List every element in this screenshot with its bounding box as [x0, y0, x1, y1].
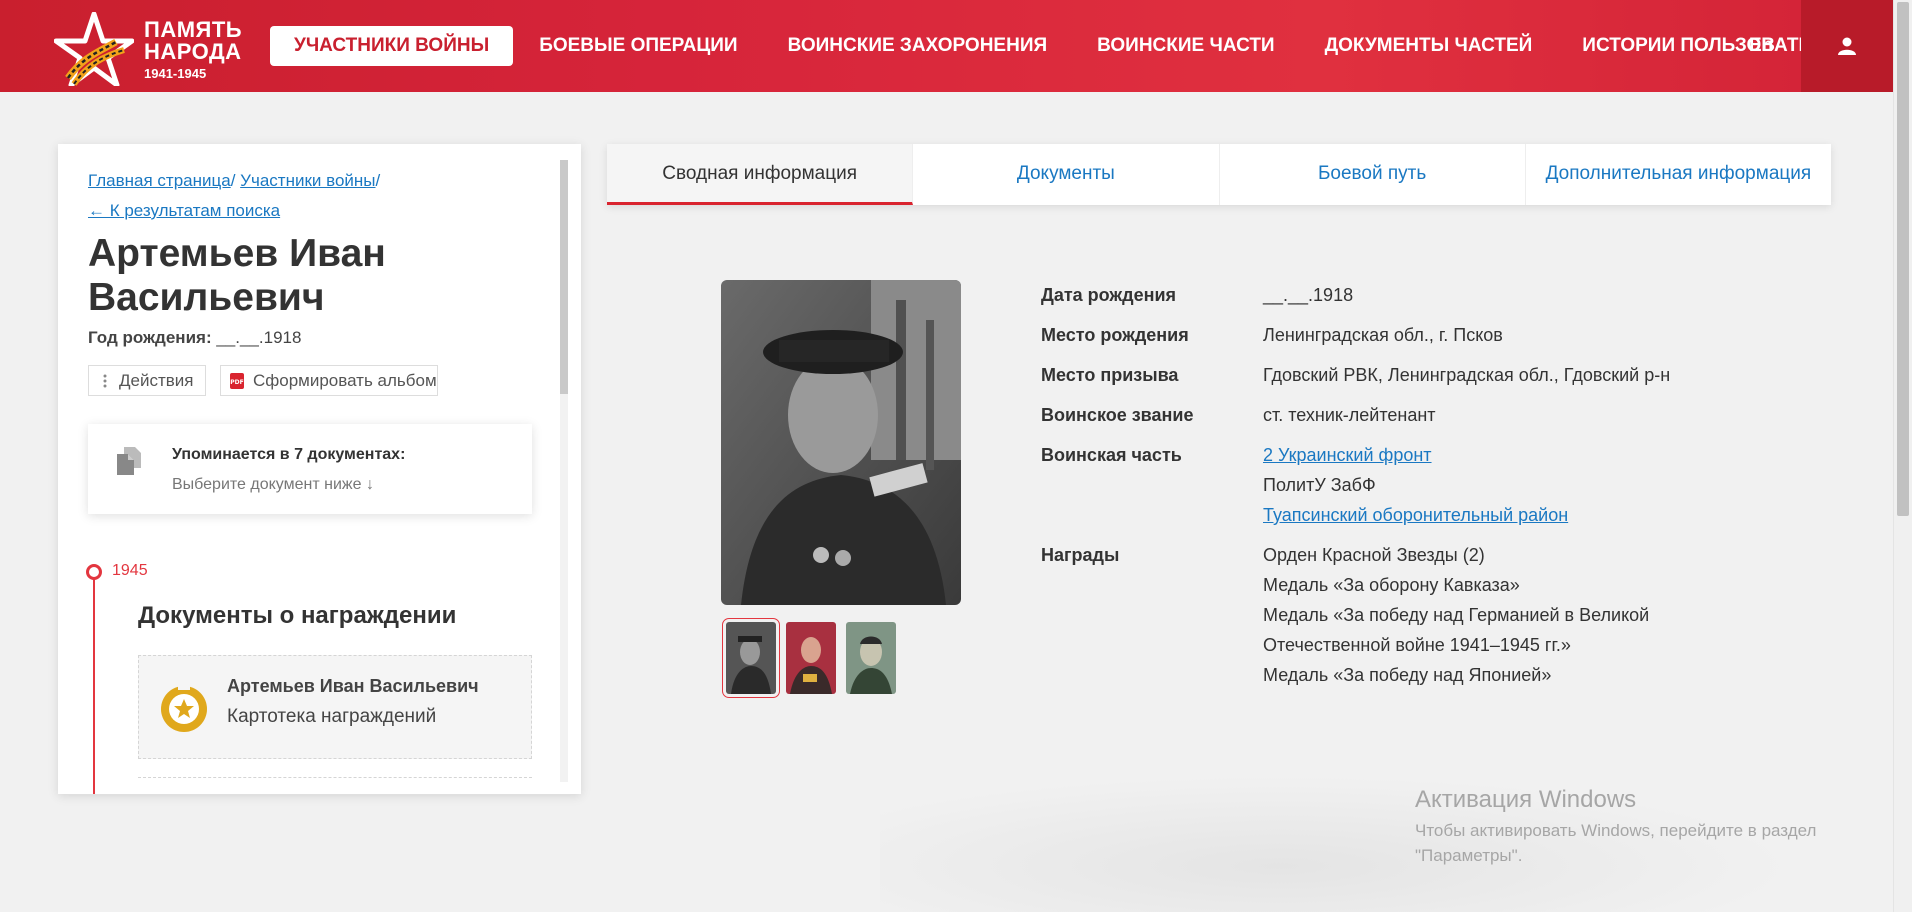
mentions-title: Упоминается в 7 документах:: [172, 446, 406, 463]
award-item: Отечественной войне 1941–1945 гг.»: [1263, 635, 1571, 655]
breadcrumb: Главная страница/ Участники войны/ ← К р…: [88, 166, 380, 226]
award-item: Медаль «За победу над Японией»: [1263, 665, 1552, 685]
nav-participants[interactable]: УЧАСТНИКИ ВОЙНЫ: [270, 26, 514, 66]
mentions-card: Упоминается в 7 документах: Выберите док…: [88, 424, 532, 514]
breadcrumb-separator: /: [230, 171, 236, 190]
awards-values: Орден Красной Звезды (2) Медаль «За обор…: [1263, 540, 1723, 690]
medal-icon: [161, 684, 207, 732]
award-item: Медаль «За оборону Кавказа»: [1263, 575, 1520, 595]
birth-year-line: Год рождения: __.__.1918: [88, 328, 301, 348]
unit-value-politu: ПолитУ ЗабФ: [1263, 475, 1376, 495]
logo-years: 1941-1945: [144, 66, 207, 81]
draft-place-label: Место призыва: [1041, 365, 1179, 385]
birth-date-value: __.__.1918: [1263, 285, 1354, 305]
mentions-subtitle-text: Выберите документ ниже: [172, 476, 362, 493]
mentions-subtitle: Выберите документ ниже ↓: [172, 476, 374, 494]
actions-button-label: Действия: [119, 370, 194, 390]
award-card-type: Картотека награждений: [227, 706, 437, 727]
user-account-button[interactable]: [1801, 0, 1893, 92]
photo-thumbnail-2[interactable]: [786, 622, 836, 694]
vertical-dots-icon: [99, 373, 111, 389]
page-scrollbar[interactable]: [1893, 0, 1912, 912]
windows-activation-text: Чтобы активировать Windows, перейдите в …: [1415, 821, 1817, 865]
pdf-icon: PDF: [229, 372, 245, 390]
rank-value: ст. техник-лейтенант: [1263, 405, 1436, 425]
awards-label: Награды: [1041, 545, 1120, 565]
photo-thumbnail-1[interactable]: [722, 618, 780, 698]
award-item: Медаль «За победу над Германией в Велико…: [1263, 605, 1650, 625]
photo-thumbnail-3[interactable]: [846, 622, 896, 694]
language-switch[interactable]: En: [1749, 26, 1773, 66]
timeline-line: [93, 569, 95, 794]
svg-text:PDF: PDF: [230, 379, 243, 386]
award-item: Орден Красной Звезды (2): [1263, 545, 1485, 565]
create-album-label: Сформировать альбом: [253, 370, 437, 390]
rank-label: Воинское звание: [1041, 405, 1194, 425]
person-name-heading: Артемьев Иван Васильевич: [88, 232, 386, 319]
back-to-results-link[interactable]: ← К результатам поиска: [88, 201, 280, 220]
main-portrait-photo[interactable]: [721, 280, 961, 605]
unit-label: Воинская часть: [1041, 445, 1182, 465]
nav-burials[interactable]: ВОИНСКИЕ ЗАХОРОНЕНИЯ: [788, 26, 1048, 66]
nav-unit-documents[interactable]: ДОКУМЕНТЫ ЧАСТЕЙ: [1325, 26, 1533, 66]
arrow-down-icon: ↓: [365, 476, 374, 493]
birth-place-label: Место рождения: [1041, 325, 1189, 345]
sidebar-scrollbar[interactable]: [560, 160, 568, 782]
site-header: ПАМЯТЬ НАРОДА 1941-1945 УЧАСТНИКИ ВОЙНЫ …: [0, 0, 1893, 92]
person-sidebar-card: Главная страница/ Участники войны/ ← К р…: [58, 144, 581, 794]
birth-year-value: __.__.1918: [216, 328, 302, 347]
documents-icon: [117, 447, 141, 475]
logo-text: ПАМЯТЬ НАРОДА 1941-1945: [144, 17, 243, 82]
birth-year-label: Год рождения:: [88, 328, 212, 347]
tab-summary[interactable]: Сводная информация: [607, 144, 914, 205]
award-document-card[interactable]: Артемьев Иван Васильевич Картотека награ…: [138, 655, 532, 759]
actions-button[interactable]: Действия: [88, 365, 206, 396]
main-nav: УЧАСТНИКИ ВОЙНЫ БОЕВЫЕ ОПЕРАЦИИ ВОИНСКИЕ…: [270, 26, 1901, 66]
birth-place-value: Ленинградская обл., г. Псков: [1263, 325, 1503, 345]
award-documents-heading: Документы о награждении: [138, 602, 457, 629]
sidebar-scrollbar-thumb[interactable]: [560, 160, 568, 394]
logo-line1: ПАМЯТЬ: [144, 17, 243, 42]
next-award-card[interactable]: [138, 777, 532, 794]
timeline-year: 1945: [112, 562, 148, 579]
windows-activation-title: Активация Windows: [1415, 786, 1637, 813]
star-ribbon-logo-icon: [54, 12, 134, 86]
timeline-dot: [86, 564, 102, 580]
user-icon: [1838, 37, 1856, 55]
unit-link-2-ukrainian-front[interactable]: 2 Украинский фронт: [1263, 445, 1432, 465]
unit-link-tuapse-district[interactable]: Туапсинский оборонительный район: [1263, 505, 1568, 525]
tab-combat-path[interactable]: Боевой путь: [1220, 144, 1526, 205]
create-album-button[interactable]: PDF Сформировать альбом: [220, 365, 438, 396]
breadcrumb-home-link[interactable]: Главная страница: [88, 171, 231, 190]
birth-date-label: Дата рождения: [1041, 285, 1177, 305]
nav-units[interactable]: ВОИНСКИЕ ЧАСТИ: [1097, 26, 1274, 66]
draft-place-value: Гдовский РВК, Ленинградская обл., Гдовск…: [1263, 365, 1671, 385]
logo-line2: НАРОДА: [144, 39, 242, 64]
tab-additional-info[interactable]: Дополнительная информация: [1526, 144, 1831, 205]
profile-tabs: Сводная информация Документы Боевой путь…: [607, 144, 1831, 205]
unit-values: 2 Украинский фронт ПолитУ ЗабФ Туапсинск…: [1263, 440, 1723, 530]
nav-operations[interactable]: БОЕВЫЕ ОПЕРАЦИИ: [539, 26, 737, 66]
page-scrollbar-thumb[interactable]: [1897, 2, 1909, 516]
award-card-person: Артемьев Иван Васильевич: [227, 676, 479, 696]
site-logo[interactable]: ПАМЯТЬ НАРОДА 1941-1945: [54, 12, 244, 86]
breadcrumb-participants-link[interactable]: Участники войны: [240, 171, 375, 190]
tab-documents[interactable]: Документы: [913, 144, 1220, 205]
breadcrumb-separator: /: [375, 171, 381, 190]
